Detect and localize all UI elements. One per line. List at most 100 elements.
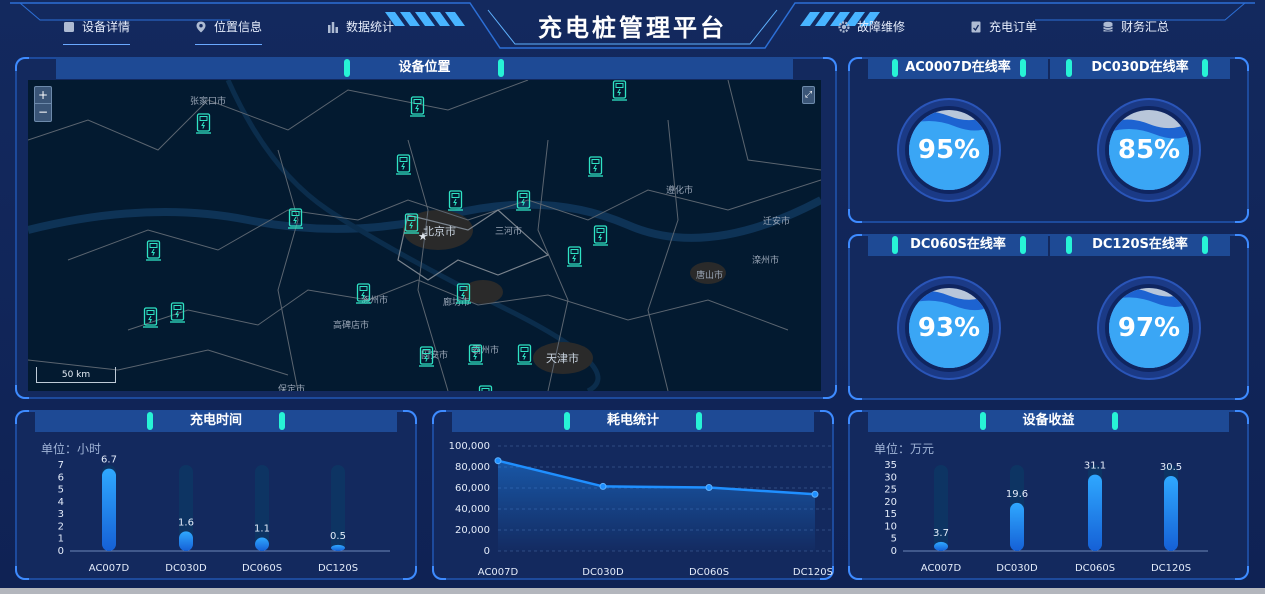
data-point[interactable] (599, 482, 607, 490)
y-tick-label: 35 (884, 460, 897, 471)
x-tick-label: DC060S (242, 563, 282, 574)
nav-label: 财务汇总 (1121, 20, 1170, 34)
accent-pill (1066, 236, 1072, 254)
charging-station-icon[interactable] (410, 96, 425, 117)
nav-location-info[interactable]: 位置信息 (195, 18, 263, 45)
map-label: 张家口市 (190, 97, 227, 107)
charging-station-icon[interactable] (567, 246, 582, 267)
charging-station-icon[interactable] (288, 208, 303, 229)
data-point[interactable] (811, 490, 819, 498)
y-tick-label: 6 (58, 472, 64, 483)
header: 设备详情 位置信息 数据统计 充电桩管理平台 故障维修 充电订单 财务汇总 (0, 0, 1265, 52)
nav-device-details[interactable]: 设备详情 (63, 18, 131, 45)
fullscreen-button[interactable]: ⤢ (802, 86, 815, 104)
bar[interactable] (255, 537, 269, 551)
panel-corner-accent (848, 209, 862, 223)
nav-finance-summary[interactable]: 财务汇总 (1102, 18, 1169, 35)
nav-data-stats[interactable]: 数据统计 (327, 18, 394, 35)
nav-charging-orders[interactable]: 充电订单 (970, 18, 1037, 35)
data-point[interactable] (705, 483, 713, 491)
bar[interactable] (102, 468, 116, 551)
accent-pill (1020, 236, 1026, 254)
bar-value-label: 1.1 (254, 523, 270, 534)
dashboard-root: 设备详情 位置信息 数据统计 充电桩管理平台 故障维修 充电订单 财务汇总 设备… (0, 0, 1265, 594)
zoom-in-button[interactable]: + (35, 87, 51, 104)
charging-station-icon[interactable] (396, 154, 411, 175)
gauge-value: 97% (1117, 313, 1181, 343)
charging-station-icon[interactable] (478, 385, 493, 391)
y-tick-label: 40,000 (455, 504, 490, 515)
bar[interactable] (934, 541, 948, 551)
bar-value-label: 6.7 (101, 455, 117, 466)
charging-station-icon[interactable] (593, 225, 608, 246)
y-tick-label: 0 (891, 546, 897, 557)
charging-station-icon[interactable] (468, 344, 483, 365)
map-panel-header: 设备位置 (56, 57, 793, 79)
panel-corner-accent (848, 386, 862, 400)
x-tick-label: DC030D (996, 563, 1038, 574)
zoom-out-button[interactable]: − (35, 104, 51, 121)
map-panel-title: 设备位置 (398, 60, 451, 75)
bar[interactable] (1010, 502, 1024, 551)
y-tick-label: 25 (884, 485, 897, 496)
gauge-title: AC0007D在线率 (905, 60, 1011, 75)
accent-pill (1202, 59, 1208, 77)
charging-station-icon[interactable] (196, 113, 211, 134)
bar[interactable] (331, 544, 345, 551)
map-label: 滦州市 (752, 256, 780, 266)
charging-station-icon[interactable] (170, 302, 185, 323)
database-icon (1103, 21, 1113, 31)
panel-corner-accent (848, 410, 862, 424)
online-rate-gauge: 93% (894, 273, 1004, 383)
online-rate-gauge: 97% (1094, 273, 1204, 383)
panel-corner-accent (1235, 386, 1249, 400)
panel-corner-accent (1235, 209, 1249, 223)
x-tick-label: DC120S (318, 563, 358, 574)
x-tick-label: DC030D (165, 563, 207, 574)
data-point[interactable] (494, 457, 502, 465)
x-tick-label: DC060S (689, 567, 729, 578)
accent-pill (696, 412, 702, 430)
charging-station-icon[interactable] (456, 283, 471, 304)
charging-station-icon[interactable] (404, 213, 419, 234)
map-view[interactable]: + − ⤢ 张家口市 北京市 三河市 天津市 唐山市 廊坊市 保定市 固安市 涿… (28, 80, 821, 391)
y-tick-label: 1 (58, 534, 64, 545)
x-tick-label: DC030D (582, 567, 624, 578)
nav-label: 设备详情 (82, 20, 131, 34)
chart-title-bar: 充电时间 (35, 410, 397, 432)
charging-station-icon[interactable] (146, 240, 161, 261)
charging-station-icon[interactable] (419, 346, 434, 367)
bar-value-label: 19.6 (1006, 489, 1028, 500)
bar-value-label: 1.6 (178, 517, 194, 528)
bar[interactable] (1088, 474, 1102, 551)
revenue-chart: 3530 25201510 50 3.7 AC007D 19.6 DC030D 31.1 DC0… (884, 460, 1208, 574)
accent-pill (344, 59, 350, 77)
charging-station-icon[interactable] (356, 283, 371, 304)
y-tick-label: 3 (58, 509, 64, 520)
bar[interactable] (179, 531, 193, 551)
map-label: 唐山市 (696, 271, 724, 281)
charging-station-icon[interactable] (517, 344, 532, 365)
gauge-title: DC060S在线率 (910, 237, 1006, 252)
accent-pill (1202, 236, 1208, 254)
gauge-value: 95% (917, 135, 981, 165)
power-consumption-chart: 100,000 80,000 60,000 40,000 20,000 0 AC007D DC… (449, 441, 834, 578)
online-rate-gauge: 95% (894, 95, 1004, 205)
charging-station-icon[interactable] (143, 307, 158, 328)
charging-station-icon[interactable] (588, 156, 603, 177)
accent-pill (980, 412, 986, 430)
chart-title: 设备收益 (1022, 413, 1075, 428)
capital-star-icon: ★ (418, 230, 428, 243)
map-label: 天津市 (546, 352, 579, 365)
map-scale-bar: 50 km (36, 367, 116, 383)
charging-station-icon[interactable] (516, 190, 531, 211)
nav-fault-repair[interactable]: 故障维修 (838, 18, 905, 35)
charging-station-icon[interactable] (448, 190, 463, 211)
y-tick-label: 5 (891, 534, 897, 545)
bar[interactable] (1164, 476, 1178, 551)
charging-station-icon[interactable] (612, 80, 627, 101)
gauge-title: DC120S在线率 (1092, 237, 1188, 252)
y-tick-label: 100,000 (449, 441, 490, 452)
x-tick-label: AC007D (89, 563, 130, 574)
accent-pill (1112, 412, 1118, 430)
